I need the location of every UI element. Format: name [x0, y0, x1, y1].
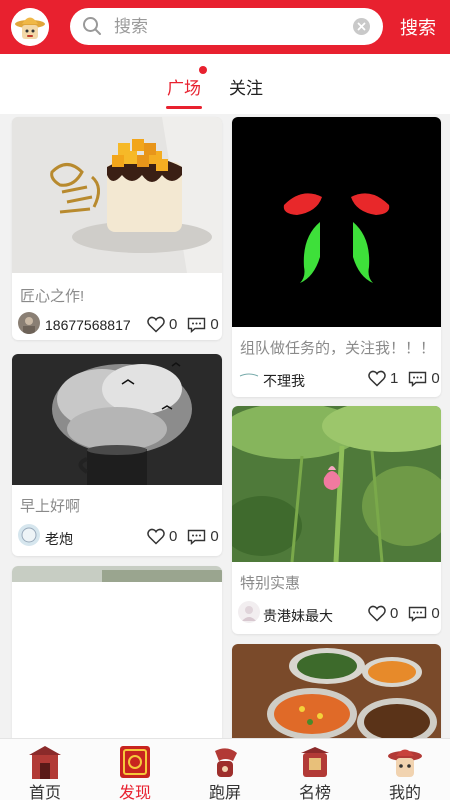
like-count: 0: [390, 605, 399, 622]
post-card[interactable]: 特别实惠 贵港妹最大 0 0: [232, 406, 441, 634]
post-card[interactable]: 早上好啊 老炮 0 0: [12, 354, 222, 556]
comment-count: 0: [431, 370, 440, 387]
post-image: [232, 406, 441, 562]
heart-icon[interactable]: [368, 370, 386, 387]
comment-icon[interactable]: [187, 317, 206, 333]
like-count: 0: [169, 316, 178, 333]
author-name[interactable]: 18677568817: [45, 317, 131, 333]
post-card[interactable]: 组队做任务的，关注我！！！ 不理我 1 0: [232, 117, 441, 397]
comment-icon[interactable]: [408, 606, 427, 622]
post-stats: 0 0: [368, 605, 441, 622]
discover-icon: [120, 746, 150, 778]
run-screen-icon: [215, 748, 237, 777]
nav-label: 跑屏: [208, 785, 241, 800]
post-title: 匠心之作!: [20, 288, 85, 305]
post-stats: 1 0: [368, 370, 441, 387]
clear-icon[interactable]: [353, 18, 370, 35]
nav-discover[interactable]: 发现: [90, 739, 180, 800]
bottom-navigation: 首页 发现 跑屏 名榜 我的: [0, 738, 450, 800]
post-feed[interactable]: 匠心之作! 18677568817 0 0 早上好啊 老炮 0 0 组队做任务的…: [0, 114, 450, 738]
post-card[interactable]: 匠心之作! 18677568817 0 0: [12, 117, 222, 340]
notification-dot: [199, 66, 207, 74]
home-gate-icon: [29, 746, 61, 779]
avatar[interactable]: [238, 365, 260, 387]
top-bar: 搜索: [0, 0, 450, 54]
mascot-profile-icon: [388, 749, 422, 777]
search-input[interactable]: [114, 8, 344, 45]
like-count: 0: [169, 528, 178, 545]
tab-follow[interactable]: 关注: [229, 74, 263, 99]
post-card[interactable]: [232, 644, 441, 738]
heart-icon[interactable]: [147, 316, 165, 333]
post-stats: 0 0: [147, 316, 222, 333]
post-title: 组队做任务的，关注我！！！: [240, 340, 436, 357]
author-name[interactable]: 贵港妹最大: [263, 606, 333, 626]
ranking-icon: [301, 747, 329, 777]
author-name[interactable]: 老炮: [45, 529, 73, 549]
author-name[interactable]: 不理我: [263, 371, 305, 391]
search-button[interactable]: 搜索: [400, 14, 436, 40]
comment-icon[interactable]: [187, 529, 206, 545]
feed-tabs: 广场 关注: [0, 54, 450, 114]
avatar[interactable]: [18, 312, 40, 334]
post-image: [232, 117, 441, 327]
post-image: [12, 117, 222, 273]
heart-icon[interactable]: [147, 528, 165, 545]
comment-count: 0: [431, 605, 440, 622]
nav-label: 我的: [388, 785, 421, 800]
tab-plaza[interactable]: 广场: [167, 74, 201, 99]
heart-icon[interactable]: [368, 605, 386, 622]
comment-icon[interactable]: [408, 371, 427, 387]
nav-label: 发现: [118, 785, 151, 800]
search-icon: [83, 17, 101, 35]
nav-label: 名榜: [298, 785, 331, 800]
post-image: [12, 354, 222, 485]
post-image: [232, 644, 441, 738]
nav-label: 首页: [28, 785, 61, 800]
post-card[interactable]: [12, 566, 222, 738]
post-title: 早上好啊: [20, 498, 81, 515]
nav-profile[interactable]: 我的: [360, 739, 450, 800]
comment-count: 0: [210, 528, 219, 545]
post-image: [12, 566, 222, 582]
avatar[interactable]: [238, 601, 260, 623]
search-box[interactable]: [70, 8, 383, 45]
nav-ranking[interactable]: 名榜: [270, 739, 360, 800]
nav-home[interactable]: 首页: [0, 739, 90, 800]
active-tab-indicator: [166, 106, 202, 109]
avatar[interactable]: [18, 524, 40, 546]
post-stats: 0 0: [147, 528, 222, 545]
nav-run-screen[interactable]: 跑屏: [180, 739, 270, 800]
comment-count: 0: [210, 316, 219, 333]
straw-hat-mascot-icon[interactable]: [11, 8, 49, 46]
post-title: 特别实惠: [240, 575, 301, 592]
like-count: 1: [390, 370, 399, 387]
